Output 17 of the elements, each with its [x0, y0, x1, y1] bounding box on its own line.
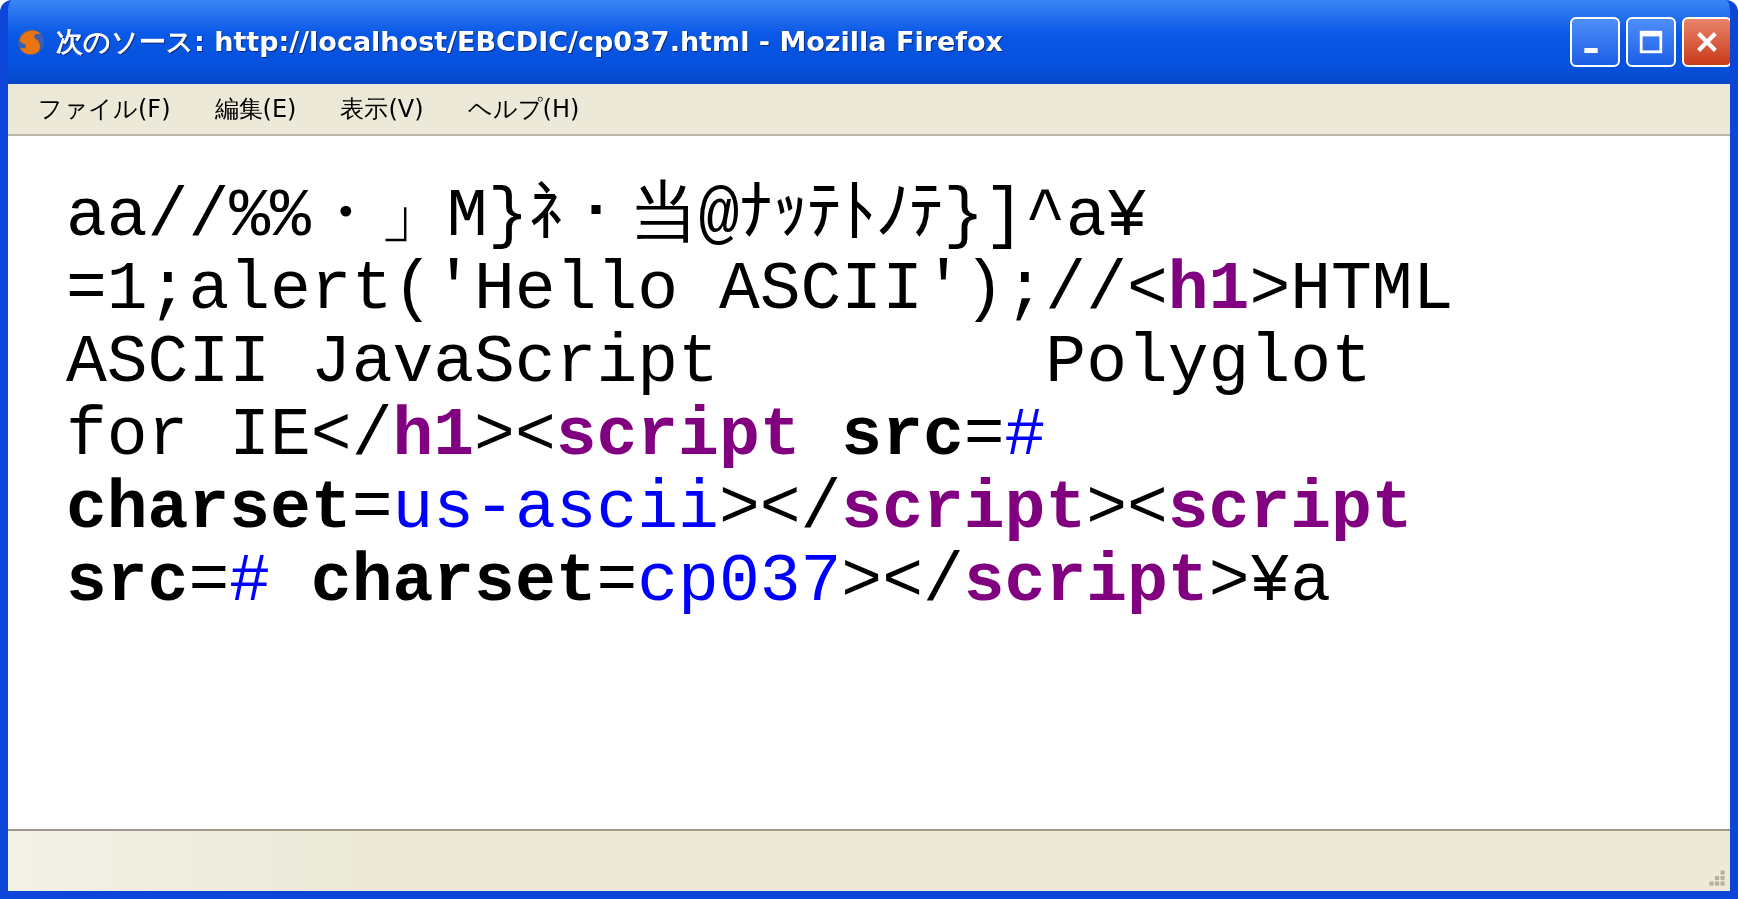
window-title: 次のソース: http://localhost/EBCDIC/cp037.html - Mozilla Firefox — [56, 25, 1003, 59]
source-line: ASCII JavaScript Polyglot — [66, 326, 1373, 399]
close-button[interactable] — [1682, 17, 1730, 67]
menu-item[interactable]: 編集(E) — [214, 93, 297, 125]
source-line: charset=us-ascii></script><script — [66, 472, 1414, 545]
menu-item[interactable]: ヘルプ(H) — [467, 93, 580, 125]
menu-item[interactable]: ファイル(F) — [38, 93, 171, 125]
fox-globe-icon — [16, 27, 46, 57]
source-line: =1;alert('Hello ASCII');//<h1>HTML — [66, 253, 1455, 326]
minimize-icon — [1584, 47, 1598, 53]
source-line: aa//%%・」M}ﾈ・当@ﾅｯﾃﾄﾉﾃ}]^a¥ — [66, 180, 1149, 253]
menu-item[interactable]: 表示(V) — [340, 93, 424, 125]
maximize-icon — [1637, 28, 1665, 56]
source-line: src=# charset=cp037></script>¥a — [66, 545, 1333, 618]
maximize-button[interactable] — [1626, 17, 1676, 67]
source-line: for IE</h1><script src=# — [66, 399, 1047, 472]
minimize-button[interactable] — [1570, 17, 1620, 67]
